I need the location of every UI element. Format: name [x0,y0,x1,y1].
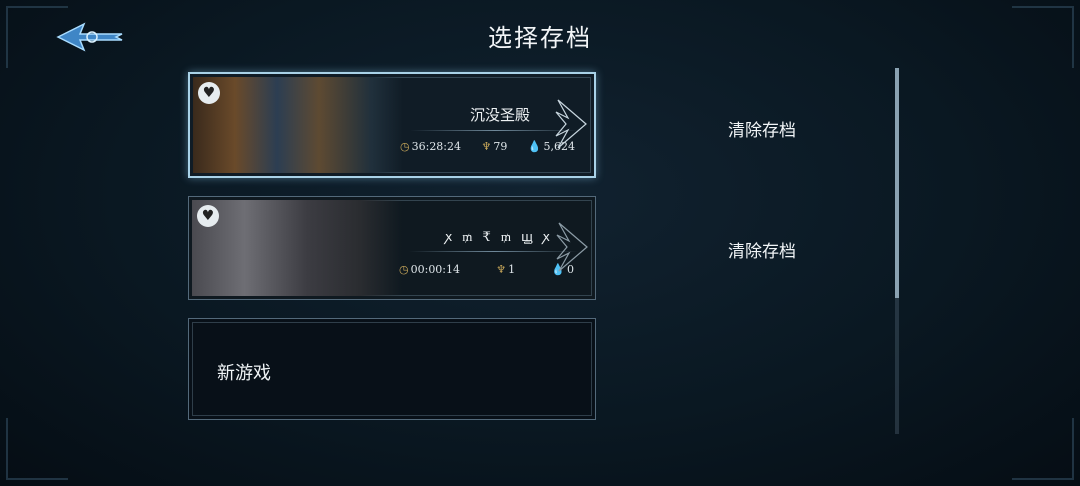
frame-corner-bottom-right [1012,418,1074,480]
geo-currency-icon: ♆ [481,140,492,153]
save-stats: ◷ 36:28:24 ♆ 79 💧 5,624 [400,140,575,153]
scrollbar-thumb[interactable] [895,68,899,298]
frame-corner-bottom-left [6,418,68,480]
save-thumbnail [193,77,403,173]
wing-ornament-icon [555,99,587,149]
play-time: 36:28:24 [411,140,462,153]
geo-currency-icon: ♆ [496,263,507,276]
save-slot-1[interactable]: ♥ 沉没圣殿 ◷ 36:28:24 ♆ 79 💧 5,624 [188,72,596,178]
geo-count: 79 [493,140,508,153]
heart-icon: ♥ [198,82,220,104]
save-slot-2[interactable]: ♥ ꭗ ₥ ₹ ₥ ꚗ ꭗ ◷ 00:00:14 ♆ 1 💧 0 [188,196,596,300]
clock-icon: ◷ [399,263,409,276]
play-time: 00:00:14 [410,263,461,276]
save-thumbnail [192,200,402,296]
clear-save-button[interactable]: 清除存档 [728,116,796,141]
scrollbar[interactable] [895,68,899,434]
new-game-slot[interactable]: 新游戏 [188,318,596,420]
new-game-label: 新游戏 [217,363,271,384]
divider [409,251,579,252]
geo-count: 1 [508,263,516,276]
water-drop-icon: 💧 [527,140,542,153]
save-stats: ◷ 00:00:14 ♆ 1 💧 0 [399,263,574,276]
clock-icon: ◷ [400,140,410,153]
page-title: 选择存档 [488,24,592,52]
clear-save-button[interactable]: 清除存档 [728,237,796,262]
heart-icon: ♥ [197,205,219,227]
wing-ornament-icon [556,222,588,272]
